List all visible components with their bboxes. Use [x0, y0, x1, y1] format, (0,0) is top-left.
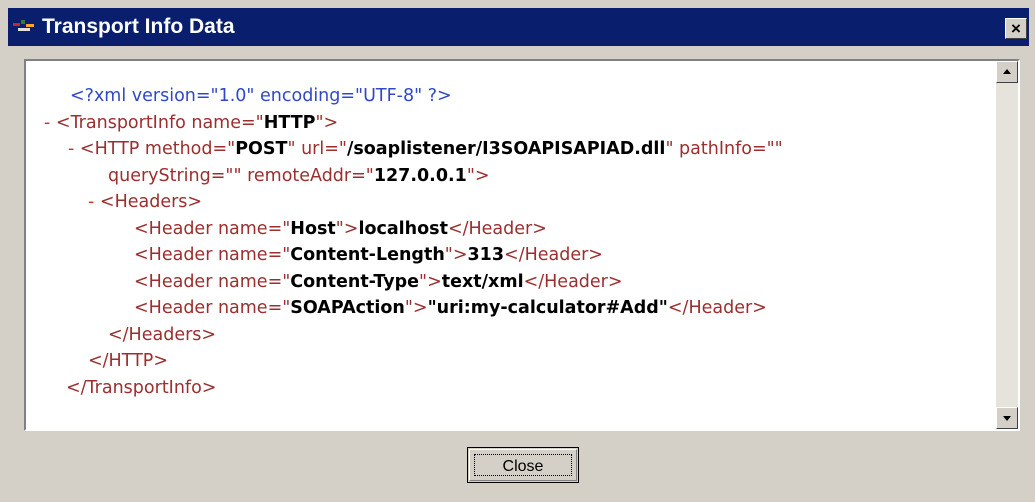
header-value: 313: [467, 245, 505, 265]
collapse-toggle-headers[interactable]: -: [88, 192, 94, 212]
header-close-tag: </Header>: [447, 218, 547, 239]
close-icon[interactable]: ×: [1005, 18, 1027, 39]
http-querystring-attr: queryString="" remoteAddr=": [108, 165, 374, 186]
headers-close-tag: </Headers>: [108, 324, 217, 345]
header-open-tag-end: ">: [444, 245, 468, 265]
header-value: text/xml: [441, 271, 524, 292]
transportinfo-open-tag-end: ">: [315, 112, 339, 133]
collapse-toggle-transportinfo[interactable]: -: [44, 113, 50, 133]
scroll-up-arrow-icon: [1003, 69, 1011, 74]
header-close-tag: </Header>: [523, 271, 623, 292]
http-open-tag: <HTTP method=": [79, 139, 236, 159]
http-url-attr: " url=": [287, 139, 347, 159]
header-name: Host: [290, 218, 336, 239]
header-open-tag: <Header name=": [134, 271, 291, 292]
vertical-scrollbar[interactable]: [996, 61, 1018, 429]
headers-close-line: </Headers>: [108, 322, 216, 349]
close-button[interactable]: Close: [467, 447, 579, 483]
transportinfo-open-tag: <TransportInfo name=": [55, 112, 264, 133]
header-open-tag-end: ">: [419, 271, 442, 292]
scroll-up-button[interactable]: [996, 61, 1018, 83]
header-open-tag: <Header name=": [134, 245, 291, 265]
header-name: Content-Type: [290, 271, 420, 292]
header-name: SOAPAction: [290, 298, 405, 318]
header-line: <Header name="SOAPAction">"uri:my-calcul…: [134, 295, 767, 322]
headers-open-tag: <Headers>: [99, 192, 203, 212]
xml-viewer[interactable]: <?xml version="1.0" encoding="UTF-8" ?> …: [24, 59, 1020, 431]
header-value: "uri:my-calculator#Add": [427, 298, 668, 318]
transportinfo-close-line: </TransportInfo>: [66, 375, 216, 402]
header-line: <Header name="Content-Type">text/xml</He…: [134, 269, 623, 296]
close-button-label: Close: [474, 454, 572, 476]
http-attrs-continuation-line: queryString="" remoteAddr="127.0.0.1">: [108, 163, 490, 190]
header-open-tag: <Header name=": [134, 298, 291, 318]
http-open-tag-end: ">: [466, 165, 490, 186]
transportinfo-close-tag: </TransportInfo>: [66, 377, 217, 398]
header-value: localhost: [358, 218, 448, 239]
header-name: Content-Length: [290, 245, 445, 265]
http-url-value: /soaplistener/I3SOAPISAPIAD.dll: [346, 139, 666, 159]
collapse-toggle-http[interactable]: -: [68, 139, 74, 159]
transport-info-dialog: Transport Info Data × <?xml version="1.0…: [0, 0, 1035, 502]
header-open-tag-end: ">: [404, 298, 428, 318]
header-close-tag: </Header>: [504, 245, 603, 265]
xml-declaration: <?xml version="1.0" encoding="UTF-8" ?>: [70, 86, 452, 106]
http-close-tag: </HTTP>: [88, 351, 169, 371]
scroll-down-arrow-icon: [1003, 416, 1011, 421]
scrollbar-track[interactable]: [996, 83, 1018, 407]
http-open-line: - <HTTP method="POST" url="/soaplistener…: [68, 136, 783, 163]
header-open-tag: <Header name=": [134, 218, 291, 239]
http-method-value: POST: [235, 139, 288, 159]
xml-document: <?xml version="1.0" encoding="UTF-8" ?> …: [26, 61, 994, 429]
title-bar[interactable]: Transport Info Data: [8, 8, 1029, 46]
header-line: <Header name="Host">localhost</Header>: [134, 216, 547, 243]
window-title: Transport Info Data: [42, 15, 235, 38]
xml-declaration-line: <?xml version="1.0" encoding="UTF-8" ?>: [70, 83, 452, 110]
scroll-down-button[interactable]: [996, 407, 1018, 429]
header-line: <Header name="Content-Length">313</Heade…: [134, 242, 603, 269]
transportinfo-name-value: HTTP: [263, 112, 316, 133]
header-open-tag-end: ">: [335, 218, 359, 239]
transportinfo-open-line: - <TransportInfo name="HTTP">: [44, 110, 338, 137]
http-pathinfo-attr: " pathInfo="": [665, 139, 783, 159]
headers-open-line: - <Headers>: [88, 189, 202, 216]
header-close-tag: </Header>: [667, 298, 767, 318]
http-remoteaddr-value: 127.0.0.1: [373, 165, 467, 186]
http-close-line: </HTTP>: [88, 348, 168, 375]
app-icon: [13, 20, 34, 31]
